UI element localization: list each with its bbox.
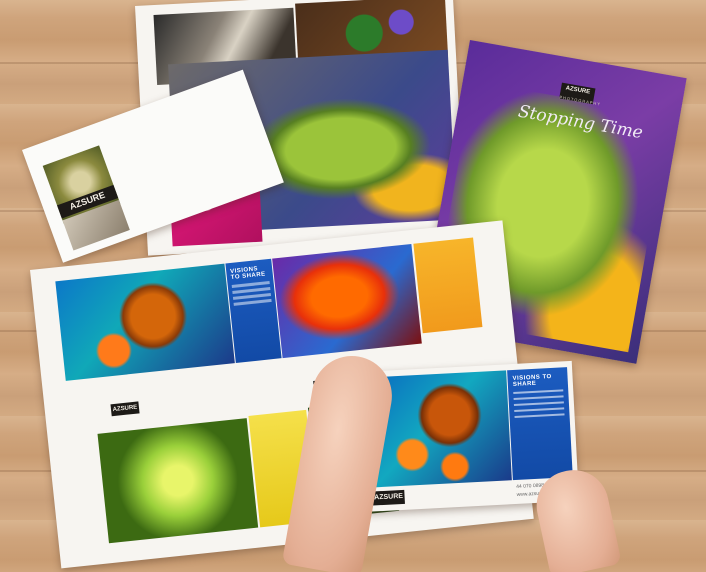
photo-scene: AZSURE PHOTOGRAPHY Stopping Time AZSURE … [0, 0, 706, 572]
spread-heading: VISIONS TO SHARE [230, 266, 266, 282]
tea-cup-photo [55, 263, 235, 381]
card-heading: VISIONS TO SHARE [512, 373, 552, 389]
card-logo: AZSURE [372, 489, 405, 506]
red-tulip-photo [272, 243, 422, 359]
orange-text-panel [413, 237, 483, 334]
spread-body-lines [231, 281, 272, 306]
green-plant-photo [97, 418, 259, 544]
brochure-logo: AZSURE PHOTOGRAPHY [559, 82, 601, 107]
card-body-lines [513, 389, 565, 418]
card-logo-text: AZSURE [374, 492, 404, 502]
spread-logo-2-text: AZSURE [112, 404, 138, 414]
card-text-panel: VISIONS TO SHARE [507, 367, 573, 481]
spread-logo-2: AZSURE [110, 401, 140, 417]
